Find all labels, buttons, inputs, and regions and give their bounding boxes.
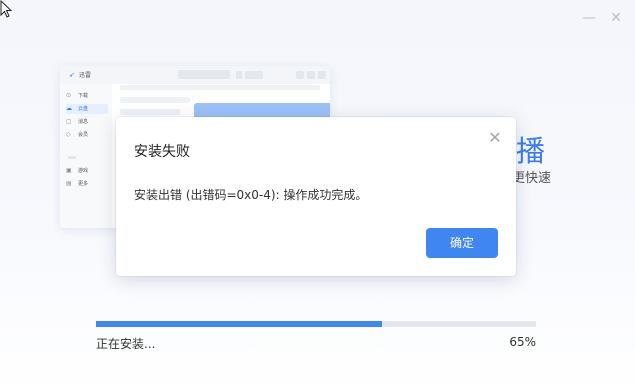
close-icon: ✕ — [488, 128, 502, 147]
preview-window-btn — [318, 71, 326, 79]
preview-sidebar-item-game: ▣ 游戏 — [66, 167, 89, 174]
install-status-text: 正在安装... — [96, 337, 156, 351]
install-failed-dialog: 安装失败 ✕ 安装出错 (出错码=0x0-4): 操作成功完成。 确定 — [116, 117, 516, 276]
preview-toolbar-dot — [236, 71, 242, 79]
member-icon: ◇ — [66, 131, 71, 138]
preview-app-name: 迅雷 — [79, 72, 92, 79]
cloud-icon: ☁ — [66, 105, 72, 112]
mouse-cursor-icon — [0, 0, 13, 18]
preview-content-row — [120, 97, 190, 103]
install-progress-percent: 65% — [509, 335, 536, 349]
preview-sidebar-item-member: ◇ 会员 — [66, 131, 89, 138]
bird-logo-icon: ➶ — [69, 71, 75, 79]
promo-subline: 更快速 — [512, 171, 552, 186]
preview-search-bar — [178, 70, 230, 79]
preview-sidebar-item-more: ▤ 更多 — [66, 180, 89, 187]
window-close-button[interactable]: ✕ — [606, 8, 626, 28]
preview-sidebar-item-cloud: ☁ 云盘 — [66, 104, 108, 114]
preview-toolbar-blob — [245, 71, 263, 79]
dialog-close-button[interactable]: ✕ — [486, 129, 504, 147]
preview-divider — [68, 156, 76, 159]
preview-sidebar-item-download: ⊙ 下载 — [66, 92, 89, 99]
preview-window-btn — [296, 71, 304, 79]
minimize-button[interactable]: — — [579, 8, 599, 28]
dialog-title: 安装失败 — [134, 144, 190, 160]
preview-sidebar: ⊙ 下载 ☁ 云盘 ▢ 消息 ◇ 会员 ▣ 游戏 ▤ 更多 — [60, 84, 112, 228]
message-icon: ▢ — [66, 118, 72, 125]
minimize-icon: — — [582, 10, 596, 26]
preview-content-row — [120, 85, 320, 90]
download-icon: ⊙ — [66, 92, 72, 99]
more-icon: ▤ — [66, 180, 72, 187]
preview-titlebar: ➶ 迅雷 — [60, 66, 330, 84]
promo-headline: 播 — [516, 134, 546, 168]
preview-sidebar-item-message: ▢ 消息 — [66, 118, 89, 125]
preview-window-btn — [307, 71, 315, 79]
install-progress-fill — [96, 321, 382, 327]
preview-content-row — [120, 109, 180, 115]
close-icon: ✕ — [610, 10, 622, 26]
install-progress-bar — [96, 321, 536, 327]
confirm-button[interactable]: 确定 — [426, 228, 498, 258]
dialog-message: 安装出错 (出错码=0x0-4): 操作成功完成。 — [134, 188, 368, 202]
game-icon: ▣ — [66, 167, 72, 174]
